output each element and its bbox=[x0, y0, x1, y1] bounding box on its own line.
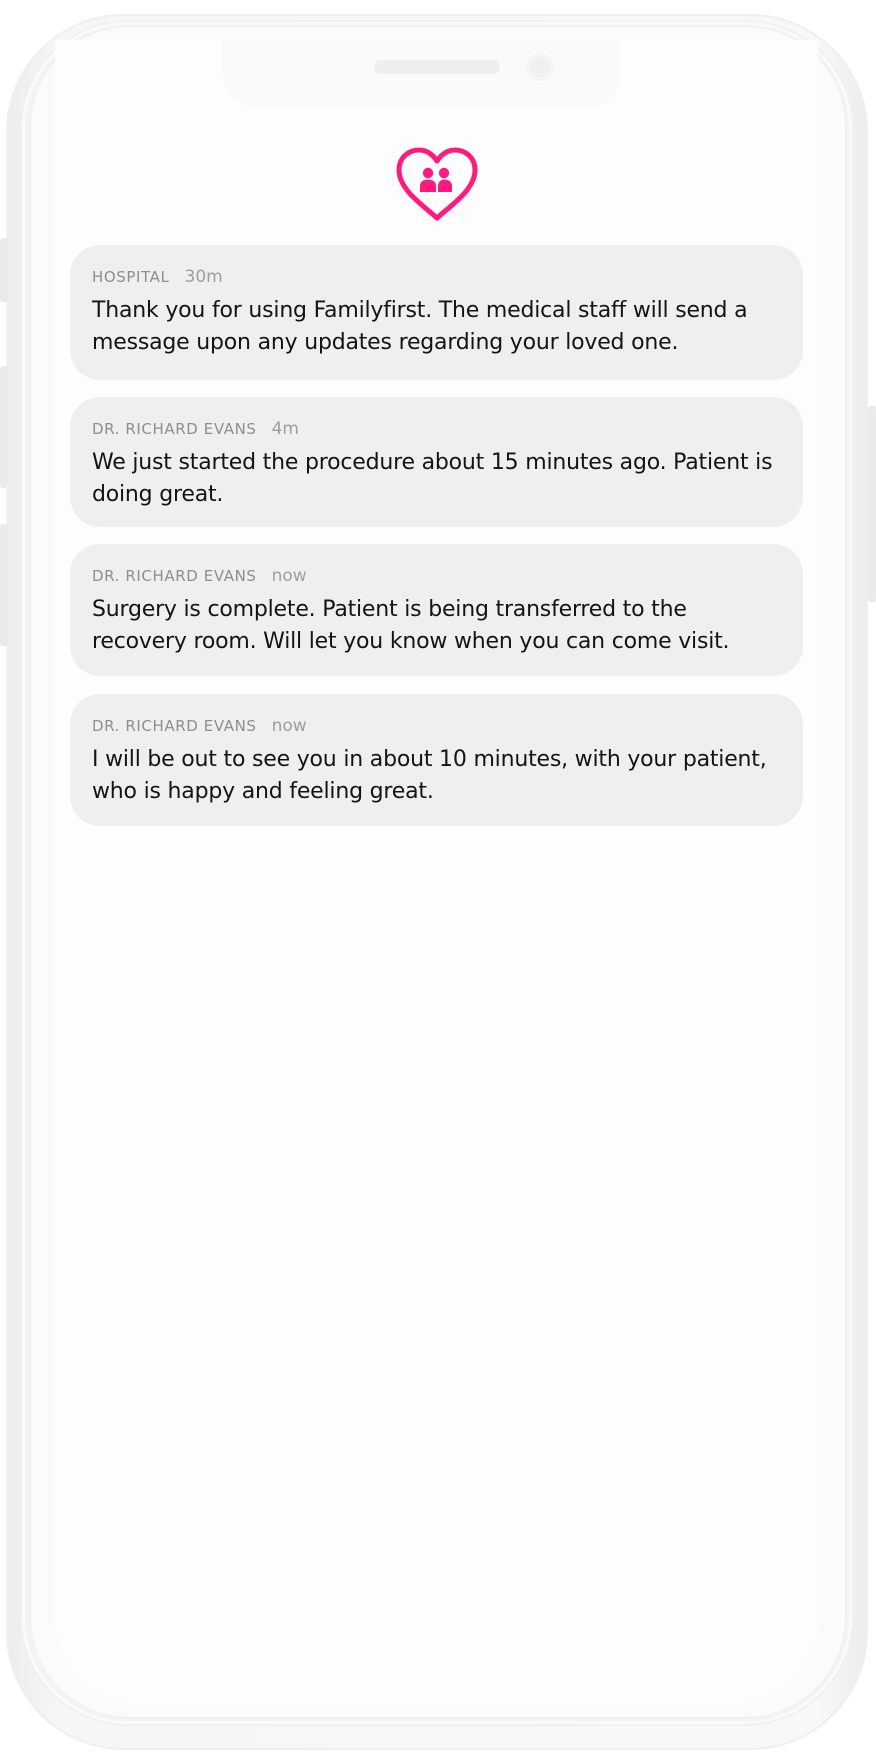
silent-switch bbox=[0, 238, 8, 302]
volume-up-button bbox=[0, 366, 8, 488]
power-button bbox=[868, 406, 876, 602]
notification-card[interactable]: DR. RICHARD EVANS now I will be out to s… bbox=[70, 694, 803, 826]
notification-message: Surgery is complete. Patient is being tr… bbox=[92, 597, 730, 654]
notification-card[interactable]: DR. RICHARD EVANS 4m We just started the… bbox=[70, 397, 803, 527]
notification-sender: DR. RICHARD EVANS bbox=[92, 717, 257, 735]
notification-message: I will be out to see you in about 10 min… bbox=[92, 747, 767, 804]
notification-sender: DR. RICHARD EVANS bbox=[92, 420, 257, 438]
notification-message: We just started the procedure about 15 m… bbox=[92, 450, 773, 507]
notch bbox=[222, 40, 622, 110]
volume-down-button bbox=[0, 524, 8, 646]
notification-time: 30m bbox=[184, 267, 223, 287]
front-camera bbox=[526, 53, 554, 81]
notification-card[interactable]: HOSPITAL 30m Thank you for using Familyf… bbox=[70, 245, 803, 380]
notification-message: Thank you for using Familyfirst. The med… bbox=[92, 298, 748, 355]
heart-family-icon bbox=[394, 146, 480, 224]
notification-time: now bbox=[271, 566, 307, 586]
notification-time: now bbox=[271, 716, 307, 736]
notification-card[interactable]: DR. RICHARD EVANS now Surgery is complet… bbox=[70, 544, 803, 676]
speaker-grille bbox=[374, 60, 500, 74]
notification-time: 4m bbox=[271, 419, 299, 439]
notification-sender: HOSPITAL bbox=[92, 268, 170, 286]
notification-sender: DR. RICHARD EVANS bbox=[92, 567, 257, 585]
